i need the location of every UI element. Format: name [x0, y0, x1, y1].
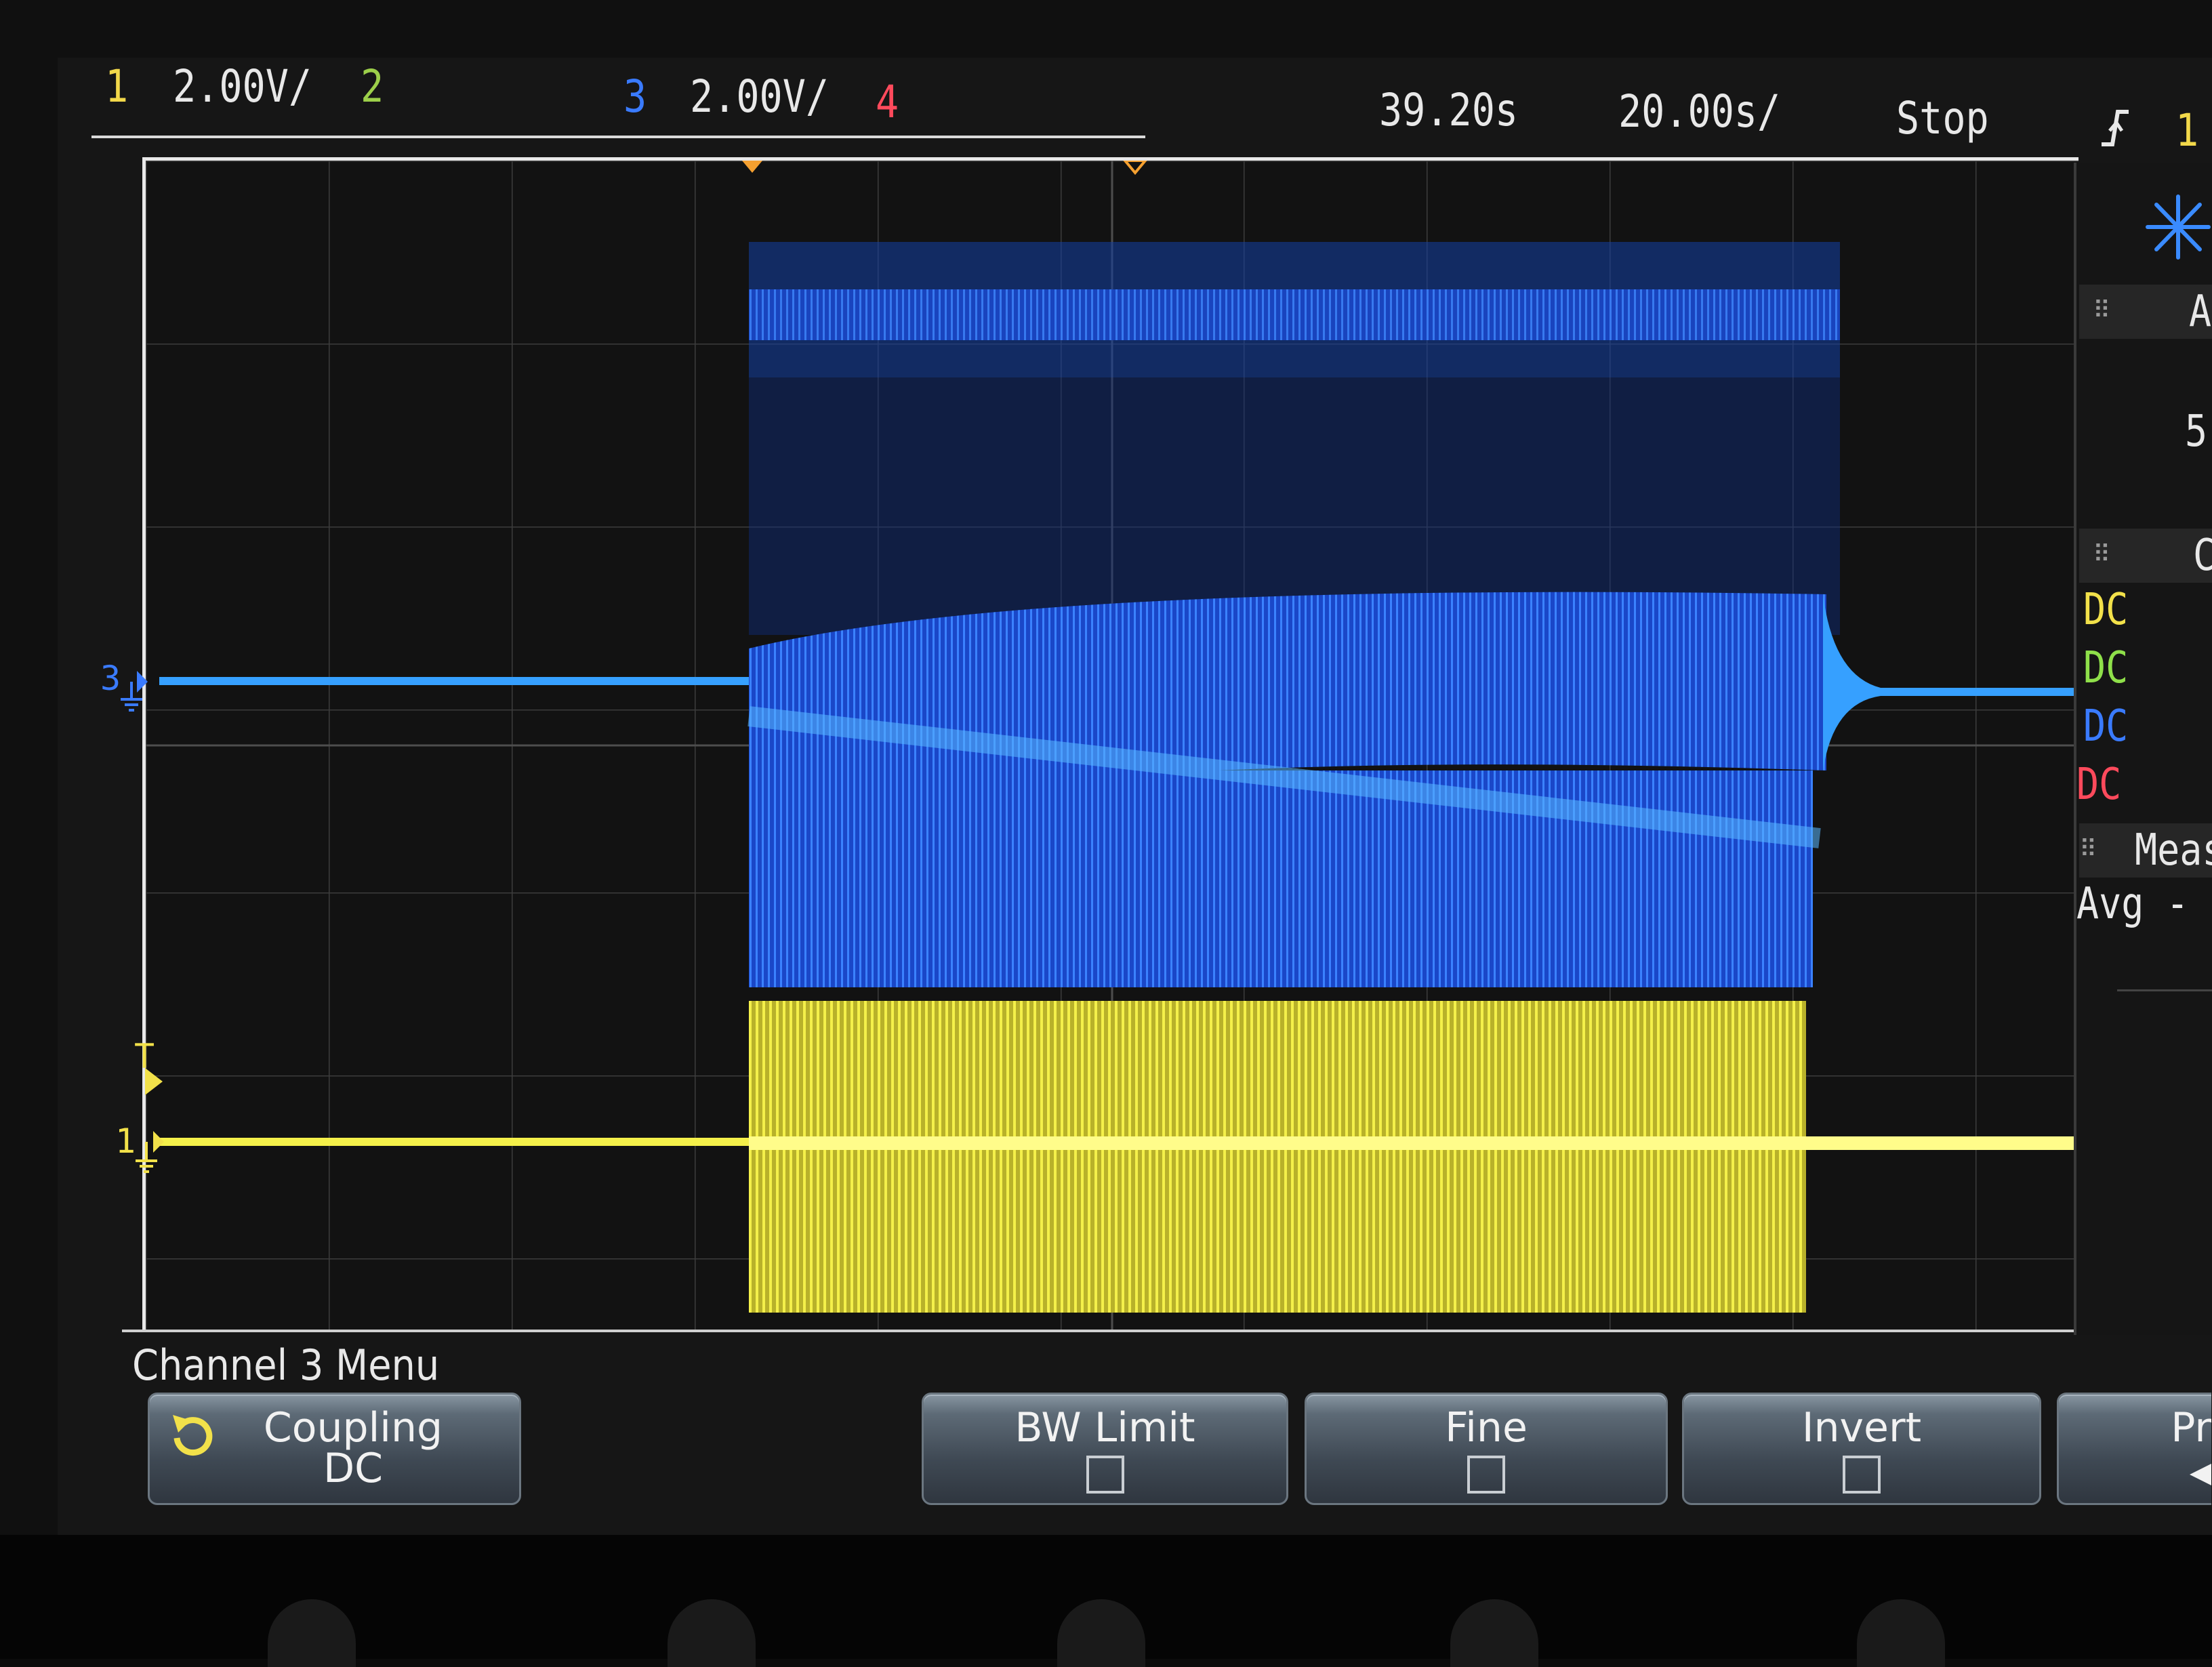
ch3-ground-marker[interactable]: 3: [100, 659, 148, 713]
status-divider: [91, 136, 1145, 138]
fine-checkbox[interactable]: [1467, 1456, 1505, 1494]
grip-dots-icon: ⠿: [2093, 541, 2111, 569]
ch1-ground-marker[interactable]: 1: [115, 1121, 169, 1179]
trigger-level-marker[interactable]: T: [134, 1037, 168, 1098]
bw-limit-softkey[interactable]: BW Limit: [922, 1393, 1288, 1505]
fine-label: Fine: [1445, 1404, 1528, 1452]
run-state[interactable]: Stop: [1896, 96, 1989, 141]
bw-limit-label: BW Limit: [1015, 1404, 1195, 1452]
ch3-number[interactable]: 3: [623, 75, 647, 119]
coupling-softkey[interactable]: Coupling DC: [148, 1393, 521, 1505]
trigger-rising-edge-icon: [2102, 110, 2129, 146]
invert-checkbox[interactable]: [1843, 1456, 1881, 1494]
grip-dots-icon: ⠿: [2093, 297, 2111, 325]
probe-softkey[interactable]: Pr: [2057, 1393, 2211, 1505]
ch4-number[interactable]: 4: [876, 80, 899, 125]
ch1-number[interactable]: 1: [105, 64, 128, 109]
trigger-source[interactable]: 1: [2175, 108, 2198, 153]
menu-title: Channel 3 Menu: [132, 1340, 440, 1390]
trigger-level-arrow-icon: [145, 1068, 163, 1095]
right-sidebar: ⠿ A 5 ⠿ C DC DC DC DC ⠿ Meas Avg - FS: [2074, 163, 2212, 1335]
invert-softkey[interactable]: Invert: [1682, 1393, 2041, 1505]
waveform-canvas: [146, 161, 2078, 1330]
bw-limit-checkbox[interactable]: [1086, 1456, 1124, 1494]
measurement-row: Avg - FS: [2076, 879, 2212, 929]
sidebar-section-1-value: 5: [2185, 407, 2208, 457]
ch1-scale[interactable]: 2.00V/: [173, 64, 312, 109]
agilent-spark-icon: [2146, 194, 2211, 260]
menu-divider: [122, 1330, 2074, 1332]
ch1-coupling: DC: [2083, 585, 2129, 635]
sidebar-section-1-label: A: [2189, 287, 2212, 337]
ground-icon: [121, 671, 148, 712]
time-delay[interactable]: 39.20s: [1379, 88, 1518, 133]
waveform-display[interactable]: [142, 157, 2078, 1330]
sidebar-section-2-header[interactable]: ⠿ C: [2079, 529, 2212, 583]
grip-dots-icon: ⠿: [2079, 836, 2097, 863]
ch3-coupling: DC: [2083, 701, 2129, 752]
ground-icon: [136, 1131, 164, 1173]
fine-softkey[interactable]: Fine: [1305, 1393, 1668, 1505]
probe-label: Pr: [2171, 1404, 2211, 1452]
sidebar-divider: [2117, 989, 2212, 991]
ch2-number[interactable]: 2: [361, 64, 384, 109]
measurements-header[interactable]: ⠿ Meas: [2079, 823, 2212, 878]
ch4-coupling: DC: [2076, 760, 2122, 810]
submenu-arrow-icon: [2190, 1464, 2211, 1485]
invert-label: Invert: [1801, 1404, 1922, 1452]
ch2-coupling: DC: [2083, 643, 2129, 693]
sidebar-section-2-label: C: [2193, 534, 2212, 577]
time-scale[interactable]: 20.00s/: [1618, 89, 1780, 134]
coupling-value: DC: [323, 1445, 384, 1492]
measurements-label: Meas: [2135, 825, 2212, 876]
sidebar-section-1-header[interactable]: ⠿ A: [2079, 285, 2212, 339]
ch3-scale[interactable]: 2.00V/: [690, 75, 829, 119]
